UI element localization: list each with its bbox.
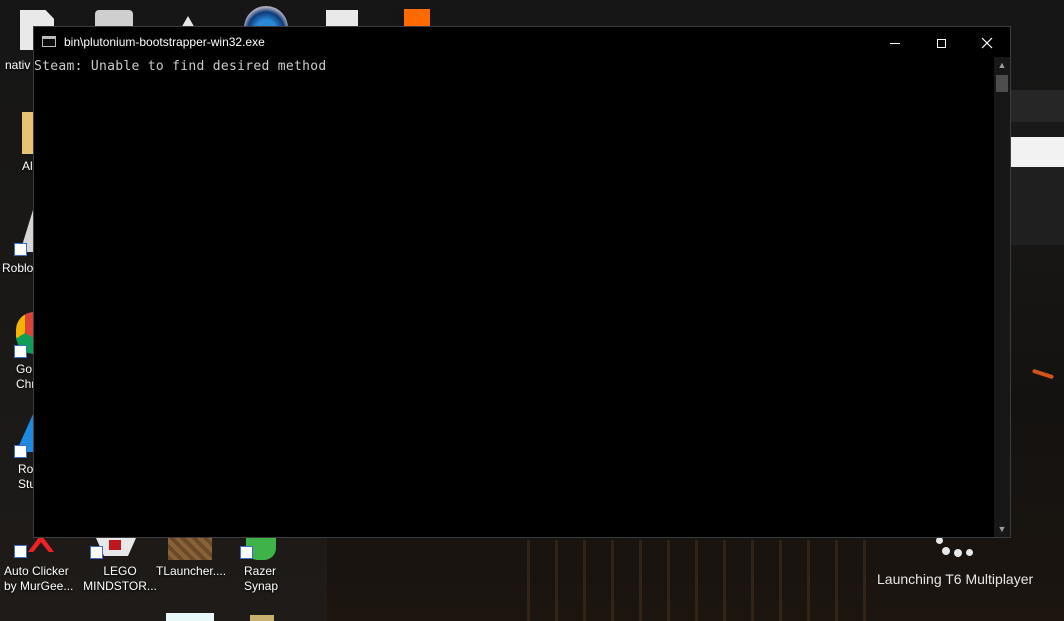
maximize-button[interactable] [918, 27, 964, 57]
desktop-icon-label: Razer Synap [244, 564, 279, 593]
tlauncher-icon[interactable] [168, 538, 212, 560]
launcher-title-bar [1010, 90, 1064, 122]
shortcut-arrow-icon [14, 445, 27, 458]
scroll-down-icon[interactable]: ▼ [994, 521, 1010, 537]
console-window: bin\plutonium-bootstrapper-win32.exe Ste… [33, 26, 1011, 538]
autoclicker-icon[interactable] [28, 538, 54, 552]
desktop-icon-label: Auto Clicker by MurGee... [4, 564, 74, 593]
shortcut-arrow-icon [240, 546, 253, 559]
desktop-icon-label: TLauncher.... [156, 564, 227, 578]
desktop-icon-label: Al [22, 159, 33, 173]
launcher-background-art [527, 540, 877, 621]
console-app-icon[interactable] [42, 36, 56, 47]
launcher-panel [1010, 167, 1064, 245]
launch-status-text: Launching T6 Multiplayer [877, 571, 1034, 587]
shortcut-arrow-icon [14, 345, 27, 358]
loading-spinner-icon [936, 537, 976, 559]
shortcut-arrow-icon [90, 546, 103, 559]
app-icon[interactable] [166, 613, 214, 621]
shortcut-arrow-icon [14, 243, 27, 256]
console-output-line: Steam: Unable to find desired method [34, 59, 327, 74]
desktop-icon-label: Roblo [2, 261, 34, 275]
scroll-up-icon[interactable]: ▲ [994, 57, 1010, 73]
minimize-icon [890, 42, 900, 44]
minimize-button[interactable] [872, 27, 918, 57]
close-icon [981, 37, 993, 49]
maximize-icon [936, 38, 946, 48]
launcher-input-strip[interactable] [1010, 137, 1064, 167]
console-title-bar[interactable]: bin\plutonium-bootstrapper-win32.exe [34, 27, 1010, 57]
console-output[interactable]: Steam: Unable to find desired method [34, 57, 994, 537]
ember-decoration [1031, 368, 1055, 380]
folder-icon[interactable] [250, 615, 274, 621]
desktop-icon-label: LEGO MINDSTOR... [83, 564, 157, 593]
window-title: bin\plutonium-bootstrapper-win32.exe [64, 35, 265, 49]
scrollbar-thumb[interactable] [996, 75, 1008, 92]
shortcut-arrow-icon [14, 545, 27, 558]
close-button[interactable] [964, 27, 1010, 57]
vertical-scrollbar[interactable]: ▲ ▼ [994, 57, 1010, 537]
